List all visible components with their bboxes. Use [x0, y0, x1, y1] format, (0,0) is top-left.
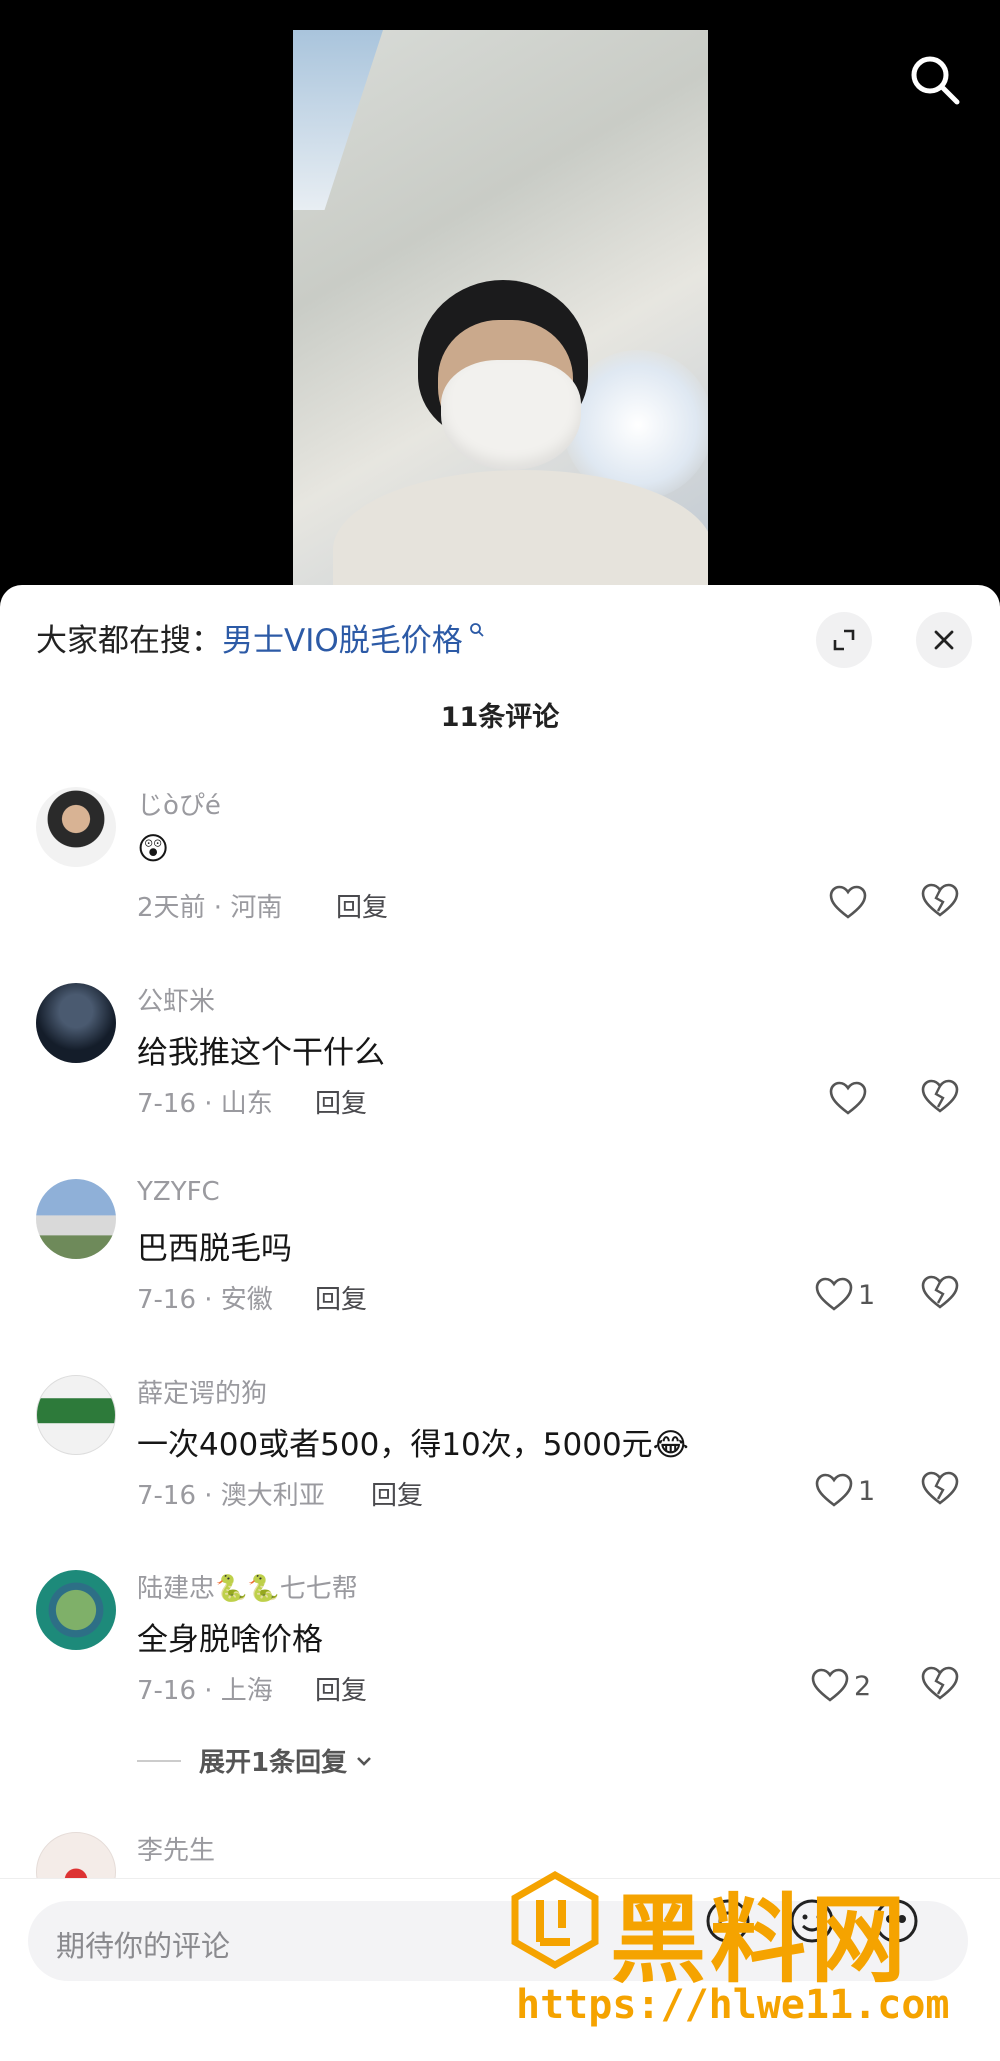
- like-button[interactable]: 1: [814, 1273, 875, 1317]
- chevron-down-icon: [357, 1756, 372, 1766]
- comment-meta: 7-16 · 澳大利亚: [137, 1481, 325, 1511]
- heart-icon: [811, 1668, 849, 1702]
- reply-button[interactable]: 回复: [315, 1670, 367, 1707]
- comment-meta: 7-16 · 山东: [137, 1089, 273, 1119]
- small-search-icon: [469, 622, 484, 637]
- heart-icon: [815, 1277, 853, 1311]
- emoji-icon[interactable]: [784, 1893, 840, 1949]
- comment-content: 😲: [137, 831, 170, 867]
- search-suggestion: 大家都在搜： 男士VIO脱毛价格: [36, 615, 485, 660]
- comment-meta: 7-16 · 上海: [137, 1676, 273, 1706]
- reply-button[interactable]: 回复: [371, 1475, 423, 1512]
- heart-icon: [829, 885, 867, 919]
- comment-meta: 7-16 · 安徽: [137, 1285, 273, 1315]
- dislike-button[interactable]: [920, 1469, 964, 1513]
- avatar[interactable]: [36, 787, 116, 867]
- avatar[interactable]: [36, 1570, 116, 1650]
- broken-heart-icon: [921, 1666, 959, 1700]
- divider: [137, 1759, 181, 1762]
- avatar[interactable]: [36, 983, 116, 1063]
- sticker-icon[interactable]: [868, 1893, 924, 1949]
- reply-button[interactable]: 回复: [315, 1083, 367, 1120]
- video-frame[interactable]: [293, 30, 708, 590]
- input-actions: [700, 1893, 924, 1949]
- broken-heart-icon: [921, 1275, 959, 1309]
- comment-username[interactable]: 公虾米: [137, 981, 215, 1018]
- like-count: 1: [858, 1279, 876, 1311]
- broken-heart-icon: [921, 883, 959, 917]
- expand-icon: [833, 629, 855, 651]
- dislike-button[interactable]: [920, 1273, 964, 1317]
- comment-username[interactable]: 李先生: [137, 1830, 215, 1867]
- like-button[interactable]: [828, 1077, 872, 1121]
- comment-content: 巴西脱毛吗: [137, 1231, 292, 1267]
- face-mask: [441, 360, 581, 470]
- expand-replies-button[interactable]: 展开1条回复: [137, 1742, 375, 1779]
- comment-meta: 2天前 · 河南: [137, 893, 283, 923]
- comment-content: 一次400或者500，得10次，5000元😂: [137, 1427, 689, 1463]
- avatar[interactable]: [36, 1375, 116, 1455]
- comment-count: 11条评论: [440, 702, 560, 733]
- broken-heart-icon: [921, 1471, 959, 1505]
- comment-username[interactable]: YZYFC: [137, 1177, 220, 1207]
- comment-content: 全身脱啥价格: [137, 1622, 323, 1658]
- close-button[interactable]: [916, 612, 972, 668]
- like-count: 1: [858, 1475, 876, 1507]
- close-icon: [934, 630, 954, 650]
- search-suggestion-link[interactable]: 男士VIO脱毛价格: [222, 615, 463, 660]
- like-button[interactable]: [828, 881, 872, 925]
- comment-username[interactable]: 陆建忠🐍🐍七七帮: [137, 1568, 358, 1605]
- comment-content: 给我推这个干什么: [137, 1035, 385, 1071]
- comment-username[interactable]: 薛定谔的狗: [137, 1373, 267, 1410]
- comment-input-bar: 期待你的评论: [0, 1878, 1000, 2061]
- at-icon[interactable]: [700, 1893, 756, 1949]
- video-player[interactable]: [0, 0, 1000, 590]
- dislike-button[interactable]: [920, 881, 964, 925]
- reply-button[interactable]: 回复: [315, 1279, 367, 1316]
- comment-sheet: 大家都在搜： 男士VIO脱毛价格 11条评论 じòぴé 😲 2天前 · 河南 回…: [0, 585, 1000, 2061]
- like-button[interactable]: 1: [814, 1469, 875, 1513]
- dislike-button[interactable]: [920, 1664, 964, 1708]
- heart-icon: [829, 1081, 867, 1115]
- comment-input-placeholder: 期待你的评论: [56, 1929, 231, 1963]
- dislike-button[interactable]: [920, 1077, 964, 1121]
- expand-button[interactable]: [816, 612, 872, 668]
- window-light: [293, 30, 383, 210]
- expand-replies-label: 展开1条回复: [199, 1748, 348, 1778]
- comment-username[interactable]: じòぴé: [137, 785, 221, 822]
- heart-icon: [815, 1473, 853, 1507]
- broken-heart-icon: [921, 1079, 959, 1113]
- like-count: 2: [854, 1670, 872, 1702]
- search-suggestion-prefix: 大家都在搜：: [36, 623, 222, 659]
- search-icon[interactable]: [905, 50, 965, 110]
- avatar[interactable]: [36, 1179, 116, 1259]
- like-button[interactable]: 2: [810, 1664, 871, 1708]
- reply-button[interactable]: 回复: [336, 887, 388, 924]
